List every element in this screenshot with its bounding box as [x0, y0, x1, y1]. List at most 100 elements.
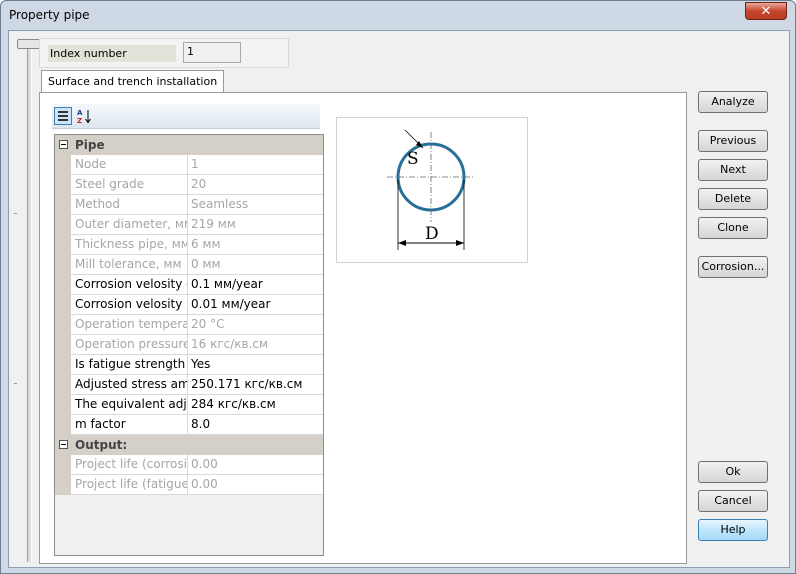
property-name: The equivalent adjus — [75, 395, 188, 414]
slider-thumb[interactable] — [17, 39, 41, 49]
row-gutter — [55, 375, 71, 395]
property-value[interactable]: 0.01 мм/year — [191, 295, 321, 314]
row-gutter — [55, 395, 71, 415]
property-row[interactable]: m factor 8.0 — [55, 415, 323, 435]
property-name: Is fatigue strength : — [75, 355, 188, 374]
row-gutter — [55, 235, 71, 255]
thickness-label: S — [407, 149, 419, 169]
pipe-cross-section-icon: S D — [387, 129, 475, 250]
help-button[interactable]: Help — [698, 519, 768, 541]
category-name: Output: — [75, 438, 128, 452]
slider-tick — [14, 383, 17, 384]
property-grid-toolbar: A Z — [52, 104, 320, 129]
property-name: Mill tolerance, мм — [75, 255, 188, 274]
property-row[interactable]: Method Seamless — [55, 195, 323, 215]
row-gutter — [55, 355, 71, 375]
property-row[interactable]: Project life (fatigue s 0.00 — [55, 475, 323, 495]
next-button[interactable]: Next — [698, 159, 768, 181]
property-name: Project life (fatigue s — [75, 475, 188, 494]
property-value: 0.00 — [191, 457, 218, 471]
previous-button[interactable]: Previous — [698, 130, 768, 152]
row-gutter — [55, 475, 71, 495]
property-value: 0.00 — [191, 477, 218, 491]
property-row[interactable]: Corrosion velosity ins0.01 мм/year — [55, 295, 323, 315]
collapse-icon[interactable] — [59, 440, 68, 449]
close-icon: ✕ — [760, 4, 772, 19]
property-name: Adjusted stress amp — [75, 375, 188, 394]
property-pipe-window: Property pipe ✕ Index number 1 Surface a… — [0, 0, 796, 574]
sort-az-glyph: A Z — [77, 109, 91, 125]
svg-text:Z: Z — [77, 117, 82, 125]
property-name: Project life (corrosion — [75, 455, 188, 474]
property-row[interactable]: Operation temperatu20 °C — [55, 315, 323, 335]
property-row[interactable]: Adjusted stress amp 250.171 кгс/кв.см — [55, 375, 323, 395]
row-gutter — [55, 295, 71, 315]
property-row[interactable]: Outer diameter, мм 219 мм — [55, 215, 323, 235]
tab-panel: A Z Pipe Node 1 Steel grade 20 Method Seamless… — [39, 92, 687, 564]
row-gutter — [55, 215, 71, 235]
row-gutter — [55, 155, 71, 175]
close-button[interactable]: ✕ — [745, 2, 787, 20]
category-row[interactable]: Pipe — [55, 135, 323, 155]
tab-surface-trench[interactable]: Surface and trench installation — [41, 70, 225, 92]
property-name: Corrosion velosity ou — [75, 275, 188, 294]
corrosion-button[interactable]: Corrosion... — [698, 256, 768, 278]
title-bar[interactable]: Property pipe ✕ — [1, 1, 795, 31]
property-value: 1 — [191, 157, 199, 171]
property-name: Method — [75, 195, 188, 214]
collapse-icon[interactable] — [59, 140, 68, 149]
property-value: 20 — [191, 177, 207, 191]
delete-button[interactable]: Delete — [698, 188, 768, 210]
dialog-client-area: Index number 1 Surface and trench instal… — [8, 30, 790, 568]
property-grid[interactable]: Pipe Node 1 Steel grade 20 Method Seamless Oute… — [54, 134, 324, 556]
property-row[interactable]: The equivalent adjus 284 кгс/кв.см — [55, 395, 323, 415]
categorized-icon[interactable] — [54, 107, 72, 125]
property-row[interactable]: Node 1 — [55, 155, 323, 175]
property-name: Outer diameter, мм — [75, 215, 188, 234]
property-name: Operation pressure, — [75, 335, 188, 354]
index-number-label: Index number — [48, 45, 176, 62]
property-row[interactable]: Mill tolerance, мм 0 мм — [55, 255, 323, 275]
property-value[interactable]: 0.1 мм/year — [191, 275, 321, 294]
category-name: Pipe — [75, 138, 105, 152]
ok-button[interactable]: Ok — [698, 461, 768, 483]
index-area: Index number 1 — [39, 38, 289, 68]
diameter-label: D — [425, 224, 439, 244]
pipe-diagram: S D — [336, 117, 528, 263]
property-row[interactable]: Operation pressure, 16 кгс/кв.см — [55, 335, 323, 355]
property-row[interactable]: Is fatigue strength : Yes — [55, 355, 323, 375]
property-value: 20 °C — [191, 317, 225, 331]
property-row[interactable]: Corrosion velosity ou0.1 мм/year — [55, 275, 323, 295]
index-number-field[interactable]: 1 — [183, 42, 241, 63]
property-name: Operation temperatu — [75, 315, 188, 334]
cancel-button[interactable]: Cancel — [698, 490, 768, 512]
property-value[interactable]: 250.171 кгс/кв.см — [191, 375, 321, 394]
property-value: Seamless — [191, 197, 249, 211]
slider-tick — [14, 213, 17, 214]
tab-strip: Surface and trench installation — [39, 70, 687, 92]
row-gutter — [55, 195, 71, 215]
property-name: m factor — [75, 415, 188, 434]
property-value: 219 мм — [191, 217, 236, 231]
property-value: 0 мм — [191, 257, 221, 271]
property-row[interactable]: Steel grade 20 — [55, 175, 323, 195]
svg-text:A: A — [77, 109, 83, 117]
slider-track[interactable] — [27, 42, 32, 562]
property-value[interactable]: Yes — [191, 355, 321, 374]
category-row[interactable]: Output: — [55, 435, 323, 455]
property-name: Node — [75, 155, 188, 174]
property-name: Corrosion velosity ins — [75, 295, 188, 314]
property-row[interactable]: Project life (corrosion 0.00 — [55, 455, 323, 475]
property-value[interactable]: 284 кгс/кв.см — [191, 395, 321, 414]
analyze-button[interactable]: Analyze — [698, 91, 768, 113]
row-gutter — [55, 455, 71, 475]
row-gutter — [55, 255, 71, 275]
sort-az-icon[interactable]: A Z — [76, 107, 94, 125]
clone-button[interactable]: Clone — [698, 217, 768, 239]
property-value[interactable]: 8.0 — [191, 415, 321, 434]
property-name: Thickness pipe, мм — [75, 235, 188, 254]
property-value: 6 мм — [191, 237, 221, 251]
window-title: Property pipe — [9, 8, 90, 22]
property-row[interactable]: Thickness pipe, мм 6 мм — [55, 235, 323, 255]
row-gutter — [55, 415, 71, 435]
